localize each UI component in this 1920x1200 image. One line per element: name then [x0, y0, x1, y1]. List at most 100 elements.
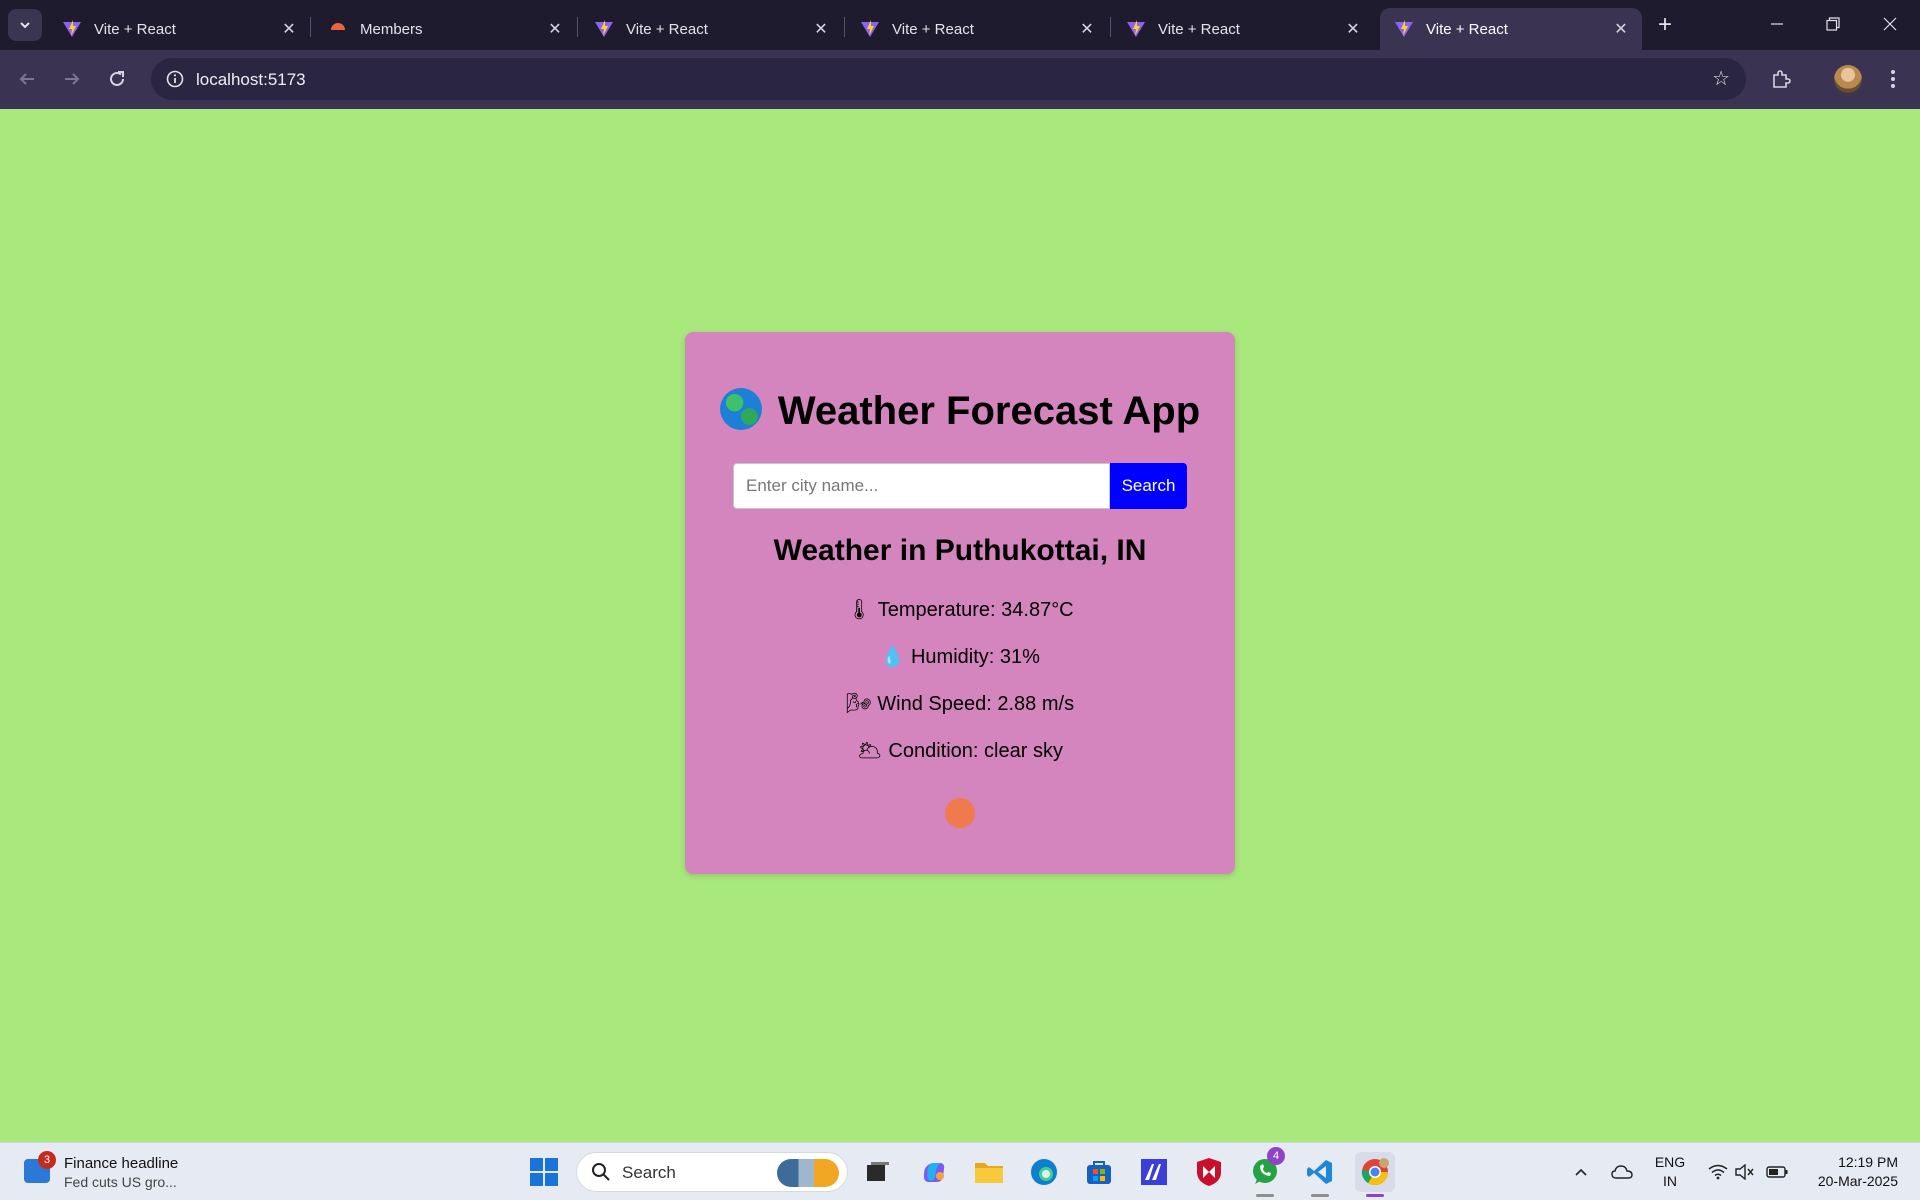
temperature-row: 🌡 Temperature: 34.87°C	[685, 597, 1235, 622]
vite-logo-icon	[595, 20, 613, 37]
city-search-input[interactable]	[733, 463, 1110, 509]
tab-divider	[1110, 17, 1111, 37]
volume-muted-icon	[1735, 1164, 1754, 1180]
close-icon	[1883, 17, 1897, 31]
wind-row: 🌬 Wind Speed: 2.88 m/s	[685, 691, 1235, 716]
url-text[interactable]: localhost:5173	[196, 70, 306, 90]
restore-button[interactable]	[1805, 0, 1861, 48]
extensions-button[interactable]	[1764, 62, 1798, 96]
task-view-button[interactable]	[858, 1152, 898, 1192]
tab-3[interactable]: Vite + React ✕	[580, 8, 842, 50]
profile-avatar[interactable]	[1834, 65, 1862, 93]
humidity-text: Humidity: 31%	[910, 646, 1040, 668]
language-code: ENG	[1654, 1154, 1686, 1170]
plus-icon: +	[1657, 11, 1672, 38]
temperature-text: Temperature: 34.87°C	[877, 599, 1074, 621]
close-icon[interactable]: ✕	[1342, 18, 1364, 40]
close-icon[interactable]: ✕	[810, 18, 832, 40]
show-hidden-icons-button[interactable]	[1566, 1143, 1596, 1200]
task-view-icon	[867, 1162, 889, 1181]
minimize-icon	[1771, 23, 1783, 25]
sun-cloud-icon: 🌥	[857, 740, 883, 762]
copilot-button[interactable]	[914, 1152, 954, 1192]
battery-status[interactable]	[1762, 1143, 1792, 1200]
bookmark-star-icon[interactable]: ☆	[1712, 66, 1730, 91]
wind-icon: 🌬	[845, 693, 872, 715]
search-button[interactable]: Search	[1110, 463, 1187, 509]
whatsapp-badge: 4	[1267, 1147, 1285, 1165]
app-title-text: Weather Forecast App	[777, 389, 1201, 433]
tab-strip: Vite + React ✕ Members ✕ Vite + React ✕ …	[0, 0, 1920, 50]
close-window-button[interactable]	[1862, 0, 1918, 48]
new-tab-button[interactable]: +	[1650, 10, 1680, 40]
more-vertical-icon	[1891, 70, 1895, 88]
app-title: Weather Forecast App	[685, 388, 1235, 434]
tab-title: Members	[360, 20, 423, 38]
tab-divider	[577, 17, 578, 37]
taskbar-search[interactable]: Search	[576, 1152, 848, 1192]
chevron-up-icon	[1575, 1168, 1587, 1176]
close-icon[interactable]: ✕	[1076, 18, 1098, 40]
chrome-button[interactable]	[1355, 1152, 1395, 1192]
taskbar-search-label: Search	[622, 1163, 676, 1182]
globe-icon	[719, 388, 762, 430]
vscode-button[interactable]	[1300, 1152, 1340, 1192]
reload-icon	[110, 71, 124, 86]
forward-button[interactable]	[55, 62, 89, 96]
store-icon	[1087, 1161, 1111, 1184]
tab-title: Vite + React	[1426, 20, 1508, 38]
site-info-icon[interactable]	[159, 63, 191, 95]
edge-browser-icon	[1031, 1159, 1057, 1185]
app-button-blue[interactable]	[1134, 1152, 1174, 1192]
running-indicator	[1256, 1194, 1274, 1197]
tab-6-active[interactable]: Vite + React ✕	[1380, 8, 1642, 50]
tab-search-button[interactable]	[8, 9, 42, 41]
tab-divider	[310, 17, 311, 37]
reload-button[interactable]	[100, 62, 134, 96]
close-icon[interactable]: ✕	[1610, 18, 1632, 40]
members-logo-icon	[331, 23, 345, 37]
weather-icon-dot	[945, 798, 975, 828]
puzzle-icon	[1773, 70, 1791, 88]
tab-4[interactable]: Vite + React ✕	[846, 8, 1108, 50]
tab-1[interactable]: Vite + React ✕	[48, 8, 310, 50]
folder-icon	[975, 1163, 1003, 1183]
battery-icon	[1766, 1166, 1788, 1178]
active-indicator	[1366, 1194, 1384, 1197]
weather-card: Weather Forecast App Search Weather in P…	[685, 332, 1235, 874]
thermometer-icon: 🌡	[846, 599, 872, 621]
chrome-icon	[1361, 1158, 1389, 1186]
edge-button[interactable]	[1024, 1152, 1064, 1192]
copilot-icon	[923, 1163, 945, 1182]
close-icon[interactable]: ✕	[544, 18, 566, 40]
volume-status[interactable]	[1730, 1143, 1760, 1200]
browser-menu-button[interactable]	[1876, 62, 1910, 96]
restore-icon	[1826, 17, 1840, 31]
file-explorer-button[interactable]	[969, 1152, 1009, 1192]
clock-date: 20-Mar-2025	[1817, 1173, 1898, 1189]
close-icon[interactable]: ✕	[278, 18, 300, 40]
mcafee-button[interactable]	[1189, 1152, 1229, 1192]
wind-text: Wind Speed: 2.88 m/s	[877, 693, 1075, 715]
tab-5[interactable]: Vite + React ✕	[1112, 8, 1374, 50]
tab-title: Vite + React	[1158, 20, 1240, 38]
address-bar[interactable]: localhost:5173 ☆	[151, 58, 1746, 100]
minimize-button[interactable]	[1749, 0, 1805, 48]
news-widget[interactable]: 3 Finance headline Fed cuts US gro...	[22, 1151, 212, 1193]
clock[interactable]: 12:19 PM 20-Mar-2025	[1800, 1153, 1898, 1191]
start-button[interactable]	[524, 1152, 564, 1192]
vscode-icon	[1307, 1160, 1332, 1184]
back-button[interactable]	[10, 62, 44, 96]
search-highlight-image	[777, 1159, 839, 1187]
widget-title: Finance headline	[64, 1155, 179, 1172]
tab-2[interactable]: Members ✕	[314, 8, 576, 50]
app-logo-icon	[1141, 1159, 1167, 1185]
language-region: IN	[1663, 1173, 1677, 1189]
weather-location-heading: Weather in Puthukottai, IN	[773, 534, 1147, 567]
store-button[interactable]	[1079, 1152, 1119, 1192]
onedrive-button[interactable]	[1606, 1143, 1638, 1200]
vite-logo-icon	[1127, 20, 1145, 37]
tab-title: Vite + React	[626, 20, 708, 38]
language-indicator[interactable]: ENG IN	[1648, 1153, 1692, 1191]
chevron-down-icon	[20, 22, 30, 29]
